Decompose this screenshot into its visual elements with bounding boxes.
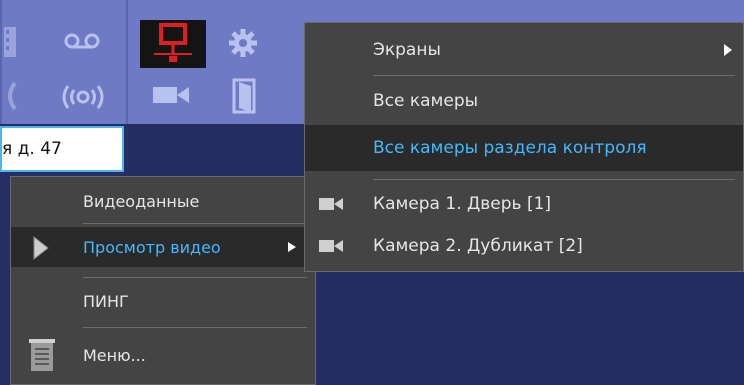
address-text: я д. 47 [2,139,62,159]
menu-item-label: Видеоданные [83,191,200,211]
menu-item-label: ПИНГ [83,291,129,311]
submenu-item-all-cameras-control[interactable]: Все камеры раздела контроля [305,125,743,171]
document-icon [29,339,55,371]
door-icon[interactable] [228,76,262,116]
menu-separator [373,179,735,180]
partial-icon[interactable] [0,78,20,114]
submenu-item-label: Камера 2. Дубликат [2] [373,236,583,256]
submenu-item-label: Камера 1. Дверь [1] [373,194,552,214]
menu-item-ping[interactable]: ПИНГ [11,281,315,321]
play-arrow-icon [33,235,49,261]
submenu-item-all-cameras[interactable]: Все камеры [305,79,743,123]
video-camera-icon [319,240,343,252]
menu-item-label: Меню... [83,345,146,365]
submenu-item-camera-1[interactable]: Камера 1. Дверь [1] [305,183,743,225]
monitor-network-icon [154,23,192,62]
voicemail-icon[interactable] [62,26,102,56]
toolbar-separator [126,0,128,124]
film-strip-icon[interactable] [0,22,20,62]
menu-item-label: Просмотр видео [83,237,221,257]
monitor-network-button[interactable] [140,20,206,68]
menu-separator [373,75,735,76]
menu-separator [83,327,307,328]
address-cell[interactable]: я д. 47 [0,126,124,172]
menu-separator [83,277,307,278]
context-menu: Видеоданные Просмотр видео ПИНГ Меню... [10,176,316,385]
submenu-item-label: Все камеры раздела контроля [373,138,647,158]
menu-item-view-video[interactable]: Просмотр видео [11,227,315,267]
submenu-arrow-icon [288,242,296,252]
broadcast-icon[interactable] [58,80,108,114]
submenu-item-camera-2[interactable]: Камера 2. Дубликат [2] [305,225,743,267]
submenu-item-label: Все камеры [373,91,479,111]
video-camera-icon[interactable] [150,80,192,110]
menu-item-videodata[interactable]: Видеоданные [11,183,315,219]
video-camera-icon [319,198,343,210]
menu-separator [83,223,307,224]
submenu: Экраны Все камеры Все камеры раздела кон… [304,22,744,272]
submenu-arrow-icon [724,44,732,56]
submenu-item-label: Экраны [373,40,441,60]
submenu-item-screens[interactable]: Экраны [305,27,743,73]
menu-item-menu[interactable]: Меню... [11,333,315,377]
gear-icon[interactable] [226,26,260,60]
